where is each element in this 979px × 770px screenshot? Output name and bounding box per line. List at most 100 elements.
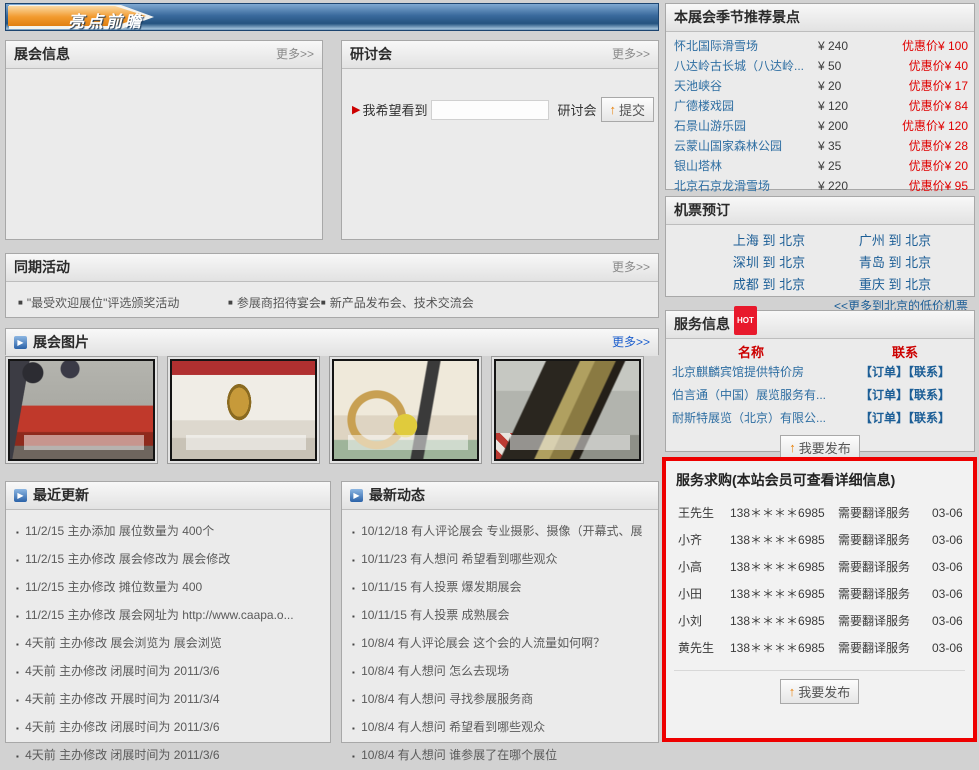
flight-route-link[interactable]: 重庆 到 北京	[832, 275, 958, 295]
update-item[interactable]: ▪ 11/2/15 主办修改 展会修改为 展会修改	[16, 546, 324, 574]
concurrent-more-link[interactable]: 更多>>	[612, 254, 650, 281]
up-arrow-icon: ↑	[789, 440, 796, 455]
flight-route-link[interactable]: 深圳 到 北京	[706, 253, 832, 273]
flight-route-link[interactable]: 成都 到 北京	[706, 275, 832, 295]
scenic-discount-price: 优惠价¥ 20	[874, 156, 968, 176]
service-contact-link[interactable]: 【联系】	[908, 411, 950, 425]
red-triangle-icon: ▶	[352, 103, 360, 116]
service-order-link[interactable]: 【订单】	[860, 388, 908, 402]
requests-publish-row: ↑我要发布	[666, 671, 973, 704]
service-name-link[interactable]: 伯言通（中国）展览服务有...	[672, 384, 840, 407]
service-order-link[interactable]: 【订单】	[860, 365, 908, 379]
photos-more-link[interactable]: 更多>>	[612, 329, 650, 356]
scenic-name-link[interactable]: 怀北国际滑雪场	[674, 36, 818, 56]
news-item[interactable]: ▪ 10/11/15 有人投票 爆发期展会	[352, 574, 652, 602]
request-row[interactable]: 小刘 138＊＊＊＊6985 需要翻译服务 03-06	[666, 608, 973, 635]
scenic-price: ¥ 200	[818, 116, 874, 136]
exhibit-info-header: 展会信息 更多>>	[6, 41, 322, 69]
seminar-submit-button[interactable]: ↑提交	[601, 97, 655, 122]
service-name-link[interactable]: 耐斯特展览（北京）有限公...	[672, 407, 840, 430]
scenic-name-link[interactable]: 八达岭古长城（八达岭...	[674, 56, 818, 76]
bullet-icon: ▪	[16, 604, 21, 630]
request-row[interactable]: 小高 138＊＊＊＊6985 需要翻译服务 03-06	[666, 554, 973, 581]
seminar-header: 研讨会 更多>>	[342, 41, 658, 69]
concurrent-item[interactable]: ■"最受欢迎展位"评选颁奖活动	[18, 294, 228, 311]
photos-title: 展会图片	[33, 329, 89, 356]
news-item[interactable]: ▪ 10/8/4 有人想问 希望看到哪些观众	[352, 714, 652, 742]
update-item[interactable]: ▪ 11/2/15 主办修改 摊位数量为 400	[16, 574, 324, 602]
scenic-price: ¥ 25	[818, 156, 874, 176]
bullet-icon: ▪	[352, 744, 357, 770]
news-item[interactable]: ▪ 10/12/18 有人评论展会 专业摄影、摄像（开幕式、展	[352, 518, 652, 546]
request-row[interactable]: 王先生 138＊＊＊＊6985 需要翻译服务 03-06	[666, 500, 973, 527]
scenic-discount-price: 优惠价¥ 100	[874, 36, 968, 56]
flight-route-link[interactable]: 青岛 到 北京	[832, 253, 958, 273]
service-contact-link[interactable]: 【联系】	[908, 365, 950, 379]
news-item[interactable]: ▪ 10/8/4 有人想问 怎么去现场	[352, 658, 652, 686]
update-item[interactable]: ▪ 11/2/15 主办添加 展位数量为 400个	[16, 518, 324, 546]
bullet-icon: ■	[228, 298, 233, 307]
exhibit-info-more-link[interactable]: 更多>>	[276, 41, 314, 68]
scenic-discount-price: 优惠价¥ 120	[874, 116, 968, 136]
service-name-link[interactable]: 北京麒麟宾馆提供特价房	[672, 361, 840, 384]
latest-news-box: ▶ 最新动态 ▪ 10/12/18 有人评论展会 专业摄影、摄像（开幕式、展 ▪…	[341, 481, 659, 743]
exhibition-photo-3[interactable]	[329, 356, 482, 464]
flight-route-link[interactable]: 广州 到 北京	[832, 231, 958, 251]
request-row[interactable]: 黄先生 138＊＊＊＊6985 需要翻译服务 03-06	[666, 635, 973, 662]
exhibition-photo-1[interactable]	[5, 356, 158, 464]
concurrent-item[interactable]: ■新产品发布会、技术交流会	[321, 294, 474, 311]
flight-route-link[interactable]: 上海 到 北京	[706, 231, 832, 251]
bullet-icon: ▪	[16, 520, 21, 546]
seminar-topic-input[interactable]	[431, 100, 549, 120]
update-item[interactable]: ▪ 4天前 主办修改 展会浏览为 展会浏览	[16, 630, 324, 658]
service-requests-title: 服务求购(本站会员可查看详细信息)	[666, 461, 973, 490]
scenic-name-link[interactable]: 天池峡谷	[674, 76, 818, 96]
scenic-row: 银山塔林 ¥ 25 优惠价¥ 20	[666, 156, 974, 176]
bullet-icon: ▪	[16, 688, 21, 714]
update-item[interactable]: ▪ 4天前 主办修改 闭展时间为 2011/3/6	[16, 658, 324, 686]
bullet-icon: ▪	[352, 520, 357, 546]
service-contact-link[interactable]: 【联系】	[908, 388, 950, 402]
bullet-icon: ▪	[16, 548, 21, 574]
update-item[interactable]: ▪ 4天前 主办修改 闭展时间为 2011/3/6	[16, 714, 324, 742]
exhibit-info-box: 展会信息 更多>>	[5, 40, 323, 240]
concurrent-title: 同期活动	[14, 254, 70, 281]
update-item[interactable]: ▪ 4天前 主办修改 闭展时间为 2011/3/6	[16, 742, 324, 770]
request-phone: 138＊＊＊＊6985	[730, 500, 838, 527]
bullet-icon: ▪	[352, 660, 357, 686]
update-item[interactable]: ▪ 11/2/15 主办修改 展会网址为 http://www.caapa.o.…	[16, 602, 324, 630]
scenic-spots-title: 本展会季节推荐景点	[674, 4, 800, 31]
request-row[interactable]: 小齐 138＊＊＊＊6985 需要翻译服务 03-06	[666, 527, 973, 554]
seminar-more-link[interactable]: 更多>>	[612, 41, 650, 68]
news-item[interactable]: ▪ 10/8/4 有人想问 谁参展了在哪个展位	[352, 742, 652, 770]
seminar-form: ▶ 我希望看到 研讨会 ↑提交	[352, 97, 658, 122]
photo-catalog-stand	[494, 359, 641, 461]
scenic-name-link[interactable]: 云蒙山国家森林公园	[674, 136, 818, 156]
concurrent-item[interactable]: ■参展商招待宴会	[228, 294, 321, 311]
scenic-name-link[interactable]: 广德楼戏园	[674, 96, 818, 116]
news-item[interactable]: ▪ 10/8/4 有人评论展会 这个会的人流量如何啊？	[352, 630, 652, 658]
exhibition-photo-4[interactable]	[491, 356, 644, 464]
request-row[interactable]: 小田 138＊＊＊＊6985 需要翻译服务 03-06	[666, 581, 973, 608]
scenic-price: ¥ 220	[818, 176, 874, 196]
news-item[interactable]: ▪ 10/11/23 有人想问 希望看到哪些观众	[352, 546, 652, 574]
news-item[interactable]: ▪ 10/8/4 有人想问 寻找参展服务商	[352, 686, 652, 714]
service-requests-box: 服务求购(本站会员可查看详细信息) 王先生 138＊＊＊＊6985 需要翻译服务…	[662, 457, 977, 742]
page: 亮点前瞻 展会信息 更多>> 研讨会 更多>> ▶ 我希望看到 研讨会 ↑提交 …	[0, 0, 979, 744]
flights-title: 机票预订	[674, 197, 730, 224]
service-order-link[interactable]: 【订单】	[860, 411, 908, 425]
update-item[interactable]: ▪ 4天前 主办修改 开展时间为 2011/3/4	[16, 686, 324, 714]
requests-publish-button[interactable]: ↑我要发布	[780, 679, 860, 704]
exhibition-photo-2[interactable]	[167, 356, 320, 464]
news-item[interactable]: ▪ 10/11/15 有人投票 成熟展会	[352, 602, 652, 630]
photo-playground-arch	[332, 359, 479, 461]
scenic-name-link[interactable]: 北京石京龙滑雪场	[674, 176, 818, 196]
scenic-name-link[interactable]: 银山塔林	[674, 156, 818, 176]
scenic-name-link[interactable]: 石景山游乐园	[674, 116, 818, 136]
scenic-row: 北京石京龙滑雪场 ¥ 220 优惠价¥ 95	[666, 176, 974, 196]
service-row: 北京麒麟宾馆提供特价房 【订单】【联系】	[666, 361, 974, 384]
services-box: 服务信息 HOT 名称 联系 北京麒麟宾馆提供特价房 【订单】【联系】 伯言通（…	[665, 310, 975, 452]
photo-red-quad-cycle	[8, 359, 155, 461]
request-service: 需要翻译服务	[838, 527, 932, 554]
scenic-spots-header: 本展会季节推荐景点	[666, 4, 974, 32]
